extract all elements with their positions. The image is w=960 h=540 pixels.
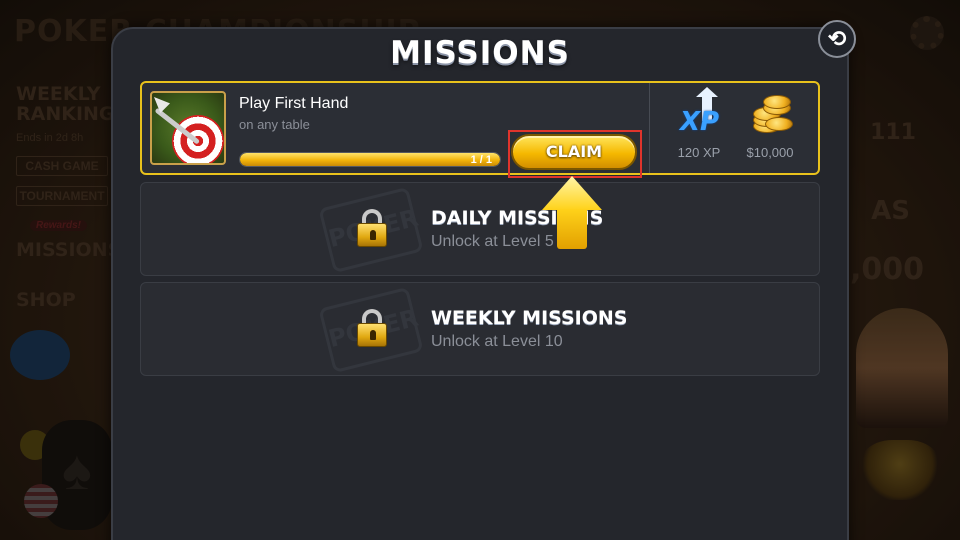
gold-coins-icon bbox=[745, 93, 795, 137]
card-divider bbox=[649, 83, 650, 173]
reward-coins-label: $10,000 bbox=[746, 145, 794, 160]
progress-fill bbox=[240, 153, 500, 166]
undo-arrow-icon: ⟲ bbox=[827, 26, 847, 51]
weekly-missions-locked: POKER WEEKLY MISSIONS Unlock at Level 10 bbox=[140, 282, 820, 376]
reward-xp: XP 120 XP bbox=[664, 87, 734, 160]
xp-icon: XP bbox=[678, 87, 720, 137]
reward-xp-label: 120 XP bbox=[677, 145, 721, 160]
mission-card: Play First Hand on any table 1 / 1 CLAIM… bbox=[140, 81, 820, 175]
mission-name: Play First Hand bbox=[239, 95, 349, 112]
tutorial-arrow-up-icon bbox=[542, 176, 602, 250]
reward-coins: $10,000 bbox=[735, 93, 805, 160]
progress-text: 1 / 1 bbox=[470, 154, 492, 166]
lock-icon bbox=[357, 309, 387, 349]
weekly-missions-unlock-text: Unlock at Level 10 bbox=[431, 333, 563, 350]
daily-missions-locked: POKER DAILY MISSIONS Unlock at Level 5 bbox=[140, 182, 820, 276]
mission-progress-bar: 1 / 1 bbox=[239, 152, 501, 167]
daily-missions-unlock-text: Unlock at Level 5 bbox=[431, 233, 554, 250]
dart-target-icon bbox=[150, 91, 226, 165]
modal-title: MISSIONS bbox=[390, 35, 570, 71]
weekly-missions-title: WEEKLY MISSIONS bbox=[431, 307, 628, 329]
back-button[interactable]: ⟲ bbox=[818, 20, 856, 58]
claim-button[interactable]: CLAIM bbox=[511, 134, 637, 170]
lock-icon bbox=[357, 209, 387, 249]
mission-description: on any table bbox=[239, 117, 310, 132]
